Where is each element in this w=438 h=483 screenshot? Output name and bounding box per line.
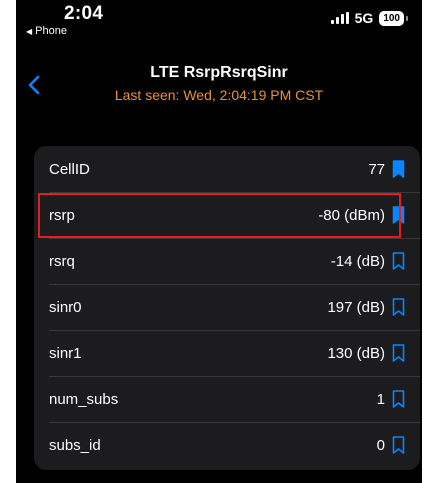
row-label: CellID	[49, 160, 90, 178]
row-value: -14 (dB)	[330, 252, 385, 270]
bookmark-outline-icon[interactable]	[392, 252, 405, 270]
row-label: sinr1	[49, 344, 82, 362]
row-label: sinr0	[49, 298, 82, 316]
list-item-num-subs[interactable]: num_subs 1	[34, 376, 420, 422]
bookmark-outline-icon[interactable]	[392, 436, 405, 454]
network-type: 5G	[354, 10, 374, 26]
row-value: 77	[368, 160, 385, 178]
signal-icon	[330, 12, 349, 24]
row-value: 197 (dB)	[327, 298, 385, 316]
last-seen-subtitle: Last seen: Wed, 2:04:19 PM CST	[114, 87, 324, 103]
status-indicators: 5G 100	[330, 10, 408, 26]
phone-screen: 2:04 ◀ Phone 5G 100 LTE RsrpRsrqSinr Las…	[16, 0, 422, 483]
list-item-sinr1[interactable]: sinr1 130 (dB)	[34, 330, 420, 376]
list-item-subs-id[interactable]: subs_id 0	[34, 422, 420, 468]
status-time: 2:04	[64, 3, 104, 24]
bookmark-outline-icon[interactable]	[392, 344, 405, 362]
back-to-app-link[interactable]: ◀ Phone	[26, 25, 67, 37]
back-triangle-icon: ◀	[26, 26, 33, 36]
row-value: -80 (dBm)	[318, 206, 385, 224]
row-value: 0	[376, 436, 385, 454]
page-title: LTE RsrpRsrqSinr	[150, 64, 288, 81]
row-label: num_subs	[49, 390, 119, 408]
row-label: rsrp	[49, 206, 75, 224]
back-app-label: Phone	[35, 25, 67, 37]
list-item-sinr0[interactable]: sinr0 197 (dB)	[34, 284, 420, 330]
bookmark-filled-icon[interactable]	[392, 206, 405, 224]
bookmark-outline-icon[interactable]	[392, 390, 405, 408]
list-item-rsrq[interactable]: rsrq -14 (dB)	[34, 238, 420, 284]
bookmark-filled-icon[interactable]	[392, 160, 405, 178]
list-item-cellid[interactable]: CellID 77	[34, 146, 420, 192]
row-label: subs_id	[49, 436, 101, 454]
row-value: 130 (dB)	[327, 344, 385, 362]
values-list: CellID 77 rsrp -80 (dBm) rsrq -14 (dB) s…	[34, 146, 420, 470]
row-label: rsrq	[49, 252, 75, 270]
row-value: 1	[376, 390, 385, 408]
list-item-rsrp[interactable]: rsrp -80 (dBm)	[34, 192, 420, 238]
bookmark-outline-icon[interactable]	[392, 298, 405, 316]
battery-icon: 100	[379, 10, 408, 26]
